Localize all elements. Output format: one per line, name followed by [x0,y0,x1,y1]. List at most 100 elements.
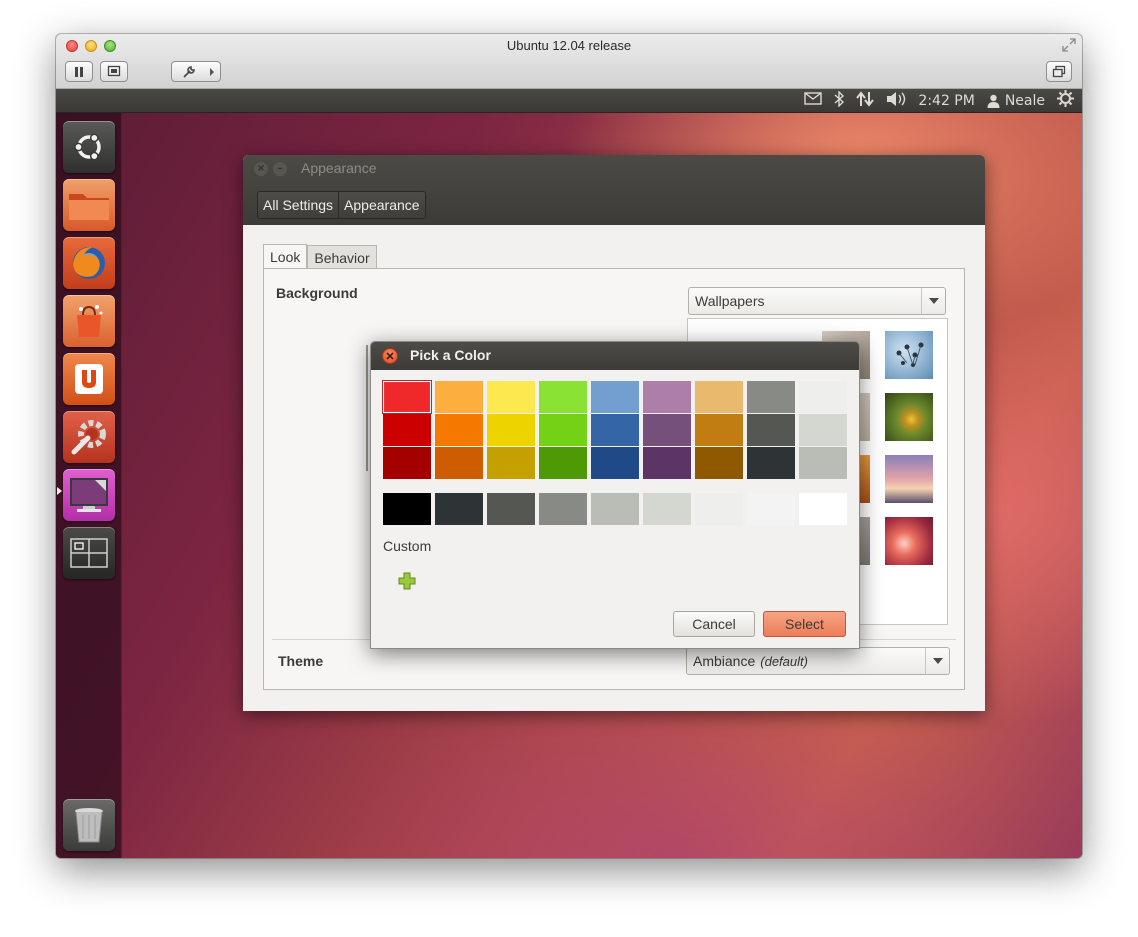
select-button[interactable]: Select [763,611,846,637]
display-icon [70,478,108,512]
wallpaper-thumbnail[interactable] [885,517,933,565]
tab-look[interactable]: Look [263,244,308,269]
snapshot-button[interactable] [100,61,128,82]
color-swatch[interactable] [747,381,795,413]
clock[interactable]: 2:42 PM [918,93,974,109]
launcher-ubuntu-one[interactable] [63,353,115,405]
appearance-minimize-button[interactable]: – [273,162,287,176]
theme-label: Theme [278,653,324,669]
color-swatch[interactable] [695,493,743,525]
user-name: Neale [1004,92,1045,109]
color-swatch[interactable] [487,381,535,413]
color-swatch[interactable] [799,447,847,479]
background-label: Background [276,285,358,301]
fullscreen-icon[interactable] [1062,38,1076,52]
add-custom-color-button[interactable] [397,572,417,592]
launcher-appearance[interactable] [63,469,115,521]
color-swatch[interactable] [591,381,639,413]
theme-value: Ambiance [693,653,756,669]
color-swatch[interactable] [539,381,587,413]
wallpaper-thumbnail[interactable] [885,455,933,503]
color-swatch[interactable] [487,414,535,446]
pause-icon [75,66,83,77]
launcher-firefox[interactable] [63,237,115,289]
launcher-software-center[interactable] [63,295,115,347]
color-swatch[interactable] [591,447,639,479]
color-swatch[interactable] [383,414,431,446]
pause-vm-button[interactable] [65,61,93,82]
color-swatch[interactable] [435,447,483,479]
network-icon[interactable] [856,90,875,111]
firefox-icon [73,247,105,279]
pick-color-close-button[interactable] [382,348,398,364]
color-swatch[interactable] [695,414,743,446]
launcher-trash[interactable] [63,799,115,851]
color-swatch[interactable] [695,381,743,413]
color-swatch[interactable] [383,447,431,479]
wallpaper-thumbnail[interactable] [885,331,933,379]
appearance-close-button[interactable]: × [254,162,268,176]
user-menu[interactable]: Neale [987,93,1045,109]
breadcrumb-appearance[interactable]: Appearance [338,192,425,218]
vm-window-title: Ubuntu 12.04 release [506,38,632,53]
pick-color-dialog: Pick a Color Custom Cancel Select [370,341,860,649]
wallpaper-thumbnail[interactable] [885,393,933,441]
color-swatch[interactable] [799,493,847,525]
color-swatch[interactable] [435,493,483,525]
color-swatch[interactable] [747,414,795,446]
settings-icon [71,420,106,455]
color-swatch[interactable] [799,381,847,413]
bluetooth-icon[interactable] [834,89,845,111]
close-icon [386,352,394,360]
color-swatch[interactable] [747,493,795,525]
color-swatch[interactable] [643,447,691,479]
launcher-system-settings[interactable] [63,411,115,463]
color-swatch[interactable] [539,414,587,446]
color-swatch[interactable] [643,493,691,525]
settings-menu-button[interactable] [171,61,221,82]
tab-behavior[interactable]: Behavior [307,245,377,269]
color-swatch[interactable] [435,414,483,446]
color-swatch[interactable] [591,493,639,525]
appearance-titlebar: × – Appearance All Settings Appearance [243,155,985,225]
color-swatch[interactable] [383,493,431,525]
active-app-indicator [57,487,62,495]
color-swatch[interactable] [487,493,535,525]
top-panel: 2:42 PM Neale [56,89,1082,113]
user-icon [987,94,1000,108]
vm-window: Ubuntu 12.04 release 2:42 PM Neale × – A… [56,34,1082,858]
launcher-home-folder[interactable] [63,179,115,231]
wrench-icon [183,65,195,78]
chevron-down-icon [921,288,945,314]
unity-mode-button[interactable] [1046,61,1072,82]
volume-icon[interactable] [886,91,906,111]
color-swatch[interactable] [487,447,535,479]
color-swatch[interactable] [747,447,795,479]
color-swatch[interactable] [695,447,743,479]
color-swatch[interactable] [799,414,847,446]
color-swatch[interactable] [643,414,691,446]
folder-icon [69,194,109,220]
mail-icon[interactable] [804,92,823,109]
custom-label: Custom [383,538,432,554]
color-swatch[interactable] [539,447,587,479]
appearance-title: Appearance [301,160,377,176]
launcher-dash-home[interactable] [63,121,115,173]
breadcrumb: All Settings Appearance [257,191,426,219]
theme-select[interactable]: Ambiance (default) [686,647,950,675]
color-swatch[interactable] [643,381,691,413]
snapshot-icon [107,65,121,77]
launcher [56,113,122,858]
shopping-bag-icon [77,305,103,337]
color-swatch[interactable] [382,380,432,414]
wallpaper-source-value: Wallpapers [695,293,765,309]
cancel-button[interactable]: Cancel [673,611,755,637]
ubuntu-desktop: 2:42 PM Neale × – Appearance All Setting… [56,89,1082,858]
wallpaper-source-select[interactable]: Wallpapers [688,287,946,315]
launcher-workspace-switcher[interactable] [63,527,115,579]
color-swatch[interactable] [539,493,587,525]
breadcrumb-all-settings[interactable]: All Settings [258,192,339,218]
color-swatch[interactable] [435,381,483,413]
session-gear-icon[interactable] [1057,90,1074,111]
color-swatch[interactable] [591,414,639,446]
